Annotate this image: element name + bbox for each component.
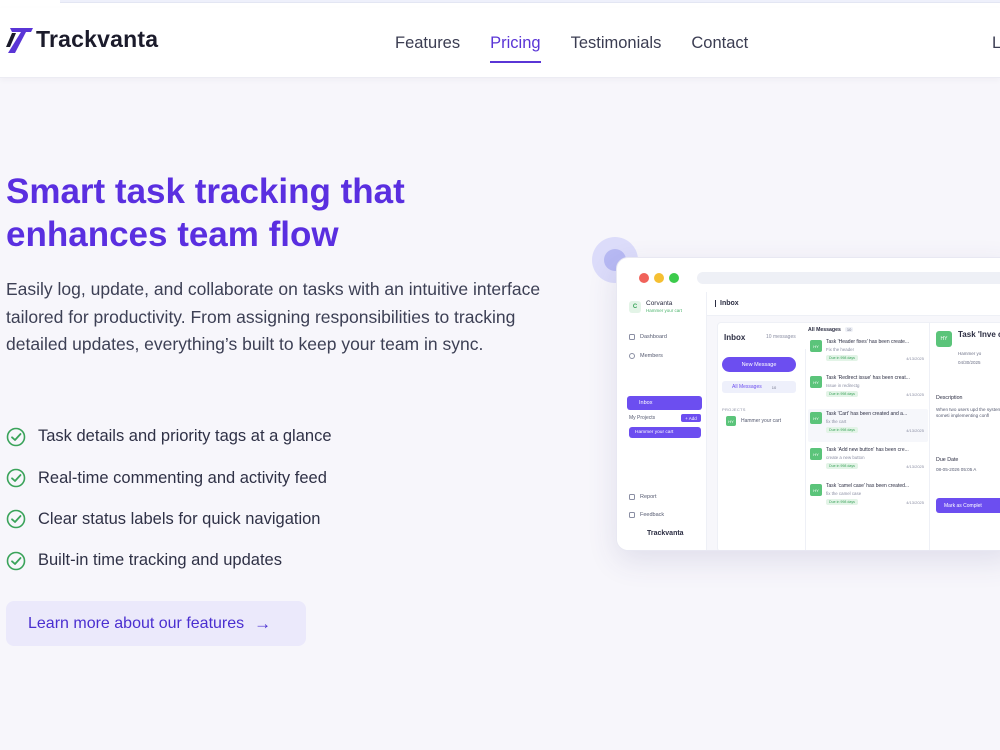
- check-circle-icon: [6, 510, 26, 529]
- close-dot-icon: [639, 273, 649, 283]
- check-circle-icon: [6, 468, 26, 488]
- detail-description-heading: Description: [936, 395, 963, 401]
- home-icon: [629, 334, 635, 340]
- mock-inbox-filters: New Message All Messages 10 PROJECTS HY H…: [718, 349, 806, 550]
- list-item: HY Task 'camel case' has been created...…: [808, 481, 928, 514]
- mock-main: Inbox Inbox 10 messages New Message All …: [707, 292, 1000, 550]
- mock-sidebar-members: Members: [629, 353, 663, 359]
- list-item: HY Task 'Add new button' has been cre...…: [808, 445, 928, 478]
- feedback-icon: [629, 512, 635, 518]
- nav-link-contact[interactable]: Contact: [691, 34, 748, 64]
- mock-project-select: Hammer your cart: [629, 427, 701, 438]
- feature-text: Task details and priority tags at a glan…: [38, 427, 332, 446]
- workspace-name: Corvanta: [646, 300, 673, 307]
- login-link[interactable]: Lo: [992, 34, 1000, 53]
- list-item: HY Task 'Cart' has been created and a...…: [808, 409, 928, 442]
- project-avatar: HY: [726, 416, 736, 426]
- detail-title: Task 'Inve created a: [958, 330, 1000, 339]
- learn-more-label: Learn more about our features: [28, 614, 245, 632]
- mock-sidebar: C Corvanta Hammer your cart Dashboard Me…: [617, 292, 707, 550]
- learn-more-button[interactable]: Learn more about our features →: [6, 601, 306, 646]
- hero-description: Easily log, update, and collaborate on t…: [6, 279, 541, 354]
- feature-text: Built-in time tracking and updates: [38, 551, 282, 570]
- minimize-dot-icon: [654, 273, 664, 283]
- maximize-dot-icon: [669, 273, 679, 283]
- mock-projects-heading: PROJECTS: [722, 407, 746, 412]
- mock-header-title: Inbox: [715, 300, 739, 307]
- trackvanta-logo-icon: [6, 28, 33, 53]
- detail-due-heading: Due Date: [936, 457, 959, 463]
- mock-list-heading: All Messages 10: [808, 327, 854, 333]
- mock-add-button: + Add: [681, 414, 701, 422]
- top-navigation: Trackvanta Features Pricing Testimonials…: [0, 8, 1000, 78]
- mock-my-projects-label: My Projects: [629, 415, 656, 421]
- report-icon: [629, 494, 635, 500]
- feature-text: Clear status labels for quick navigation: [38, 509, 321, 528]
- feature-item: Clear status labels for quick navigation: [6, 499, 332, 540]
- detail-avatar: HY: [936, 331, 952, 347]
- check-circle-icon: [6, 551, 26, 571]
- feature-text: Real-time commenting and activity feed: [38, 468, 327, 487]
- hero-title: Smart task tracking that enhances team f…: [6, 172, 405, 254]
- mock-message-list: All Messages 10 HY Task 'Header fixes' ha…: [806, 323, 930, 550]
- feature-item: Built-in time tracking and updates: [6, 540, 332, 581]
- mock-inbox-panel: Inbox 10 messages New Message All Messag…: [717, 322, 1000, 550]
- mock-all-messages: All Messages 10: [722, 381, 796, 393]
- main-menu: Features Pricing Testimonials Contact: [395, 34, 778, 64]
- mock-header: Inbox: [707, 292, 1000, 316]
- list-item: HY Task 'Header fixes' has been create..…: [808, 337, 928, 370]
- mock-sidebar-feedback: Feedback: [629, 512, 664, 518]
- app-mockup-screenshot: C Corvanta Hammer your cart Dashboard Me…: [616, 257, 1000, 551]
- nav-link-pricing[interactable]: Pricing: [490, 34, 542, 64]
- mock-mark-complete-button: Mark as Complet: [936, 498, 1000, 513]
- feature-item: Real-time commenting and activity feed: [6, 457, 332, 498]
- brand-logo[interactable]: Trackvanta: [6, 20, 158, 58]
- mock-brand: Trackvanta: [647, 530, 684, 537]
- mock-project-item: HY Hammer your cart: [726, 416, 781, 426]
- mock-url-bar: [697, 272, 1000, 284]
- browser-top-strip: [0, 0, 1000, 8]
- list-item: HY Task 'Redirect issue' has been creat.…: [808, 373, 928, 406]
- nav-link-testimonials[interactable]: Testimonials: [571, 34, 662, 64]
- check-circle-icon: [6, 427, 26, 446]
- detail-due-value: 08-05-2026 05:05 A: [936, 467, 977, 472]
- workspace-subtitle: Hammer your cart: [646, 308, 683, 313]
- arrow-right-icon: →: [254, 613, 272, 633]
- workspace-avatar: C: [629, 301, 641, 313]
- mock-sidebar-report: Report: [629, 494, 657, 500]
- window-controls: [639, 273, 684, 283]
- mock-message-detail: HY Task 'Inve created a Hammer yo 04/30/…: [930, 323, 1000, 550]
- nav-link-features[interactable]: Features: [395, 34, 460, 64]
- address-bar-edge: [60, 0, 1000, 3]
- feature-list: Task details and priority tags at a glan…: [6, 416, 332, 582]
- mock-sidebar-dashboard: Dashboard: [629, 334, 667, 340]
- mock-sidebar-inbox: Inbox: [627, 396, 702, 410]
- mock-workspace: C Corvanta Hammer your cart: [629, 300, 682, 314]
- brand-name: Trackvanta: [36, 25, 159, 52]
- detail-date: 04/30/2025: [958, 360, 981, 365]
- mock-panel-title: Inbox: [724, 333, 746, 342]
- mock-message-count: 10 messages: [766, 334, 796, 340]
- project-name: Hammer your cart: [741, 418, 782, 424]
- detail-description: When two users upd the system someti imp…: [936, 407, 1000, 418]
- detail-project: Hammer yo: [958, 351, 982, 356]
- user-icon: [629, 353, 635, 359]
- feature-item: Task details and priority tags at a glan…: [6, 416, 332, 457]
- mock-new-message-button: New Message: [722, 357, 796, 372]
